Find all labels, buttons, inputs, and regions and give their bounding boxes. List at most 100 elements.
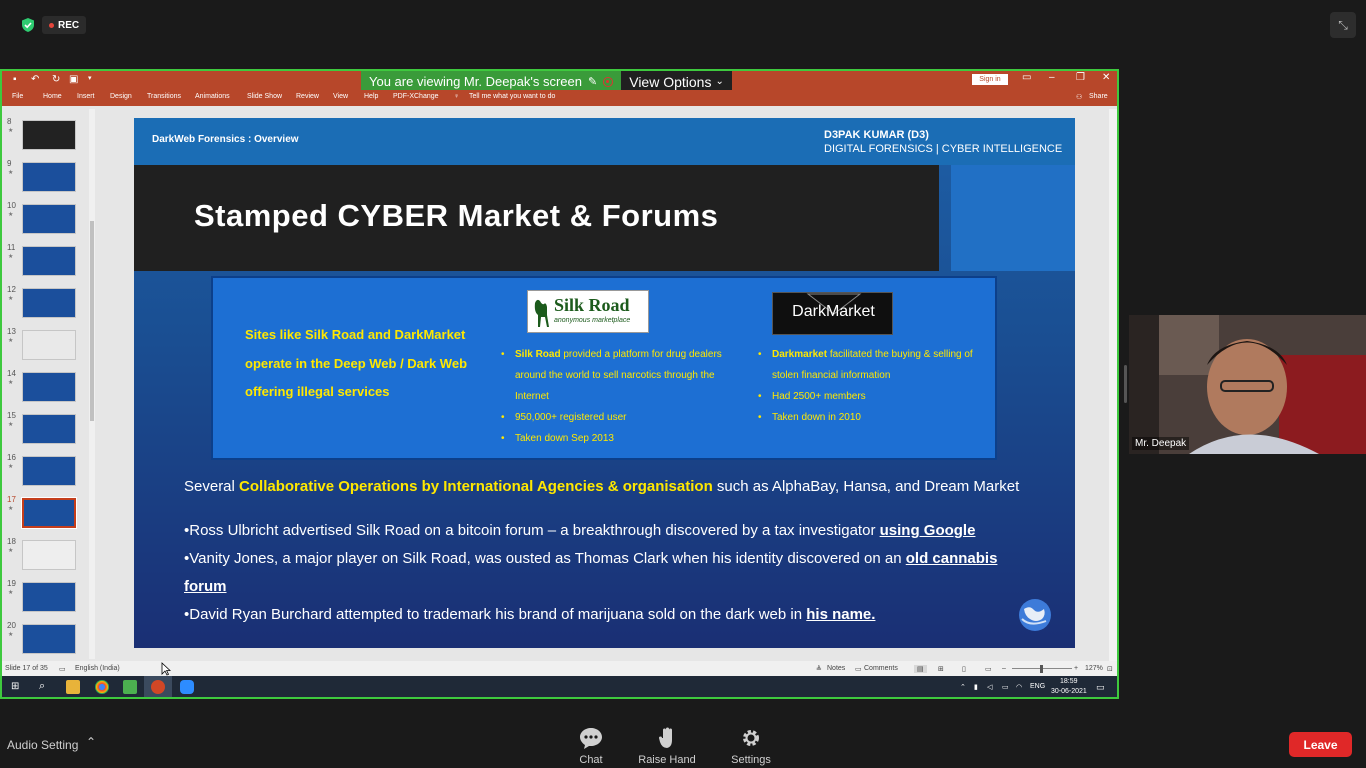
slide-thumbnail[interactable] [22,582,76,612]
clock-date[interactable]: 30-06-2021 [1051,688,1087,695]
fact2-link[interactable]: old cannabis [906,550,998,567]
slide-thumbnail[interactable] [22,330,76,360]
tab-file[interactable]: File [12,93,23,100]
network-icon[interactable]: ◠ [1016,683,1022,691]
thumbnail-scrollbar-handle[interactable] [90,221,94,421]
fact3-text: •David Ryan Burchard attempted to tradem… [184,606,807,623]
chevron-up-icon[interactable]: ⌃ [86,735,96,749]
gallery-scroll-handle[interactable] [1124,365,1127,403]
tab-help[interactable]: Help [364,93,378,100]
close-icon[interactable]: ✕ [1102,72,1110,83]
audio-setting-button[interactable]: Audio Setting [7,738,78,752]
leave-button[interactable]: Leave [1289,732,1352,757]
fit-slide-icon[interactable]: ⊡ [1107,665,1113,673]
slide-thumbnail[interactable] [22,540,76,570]
slide-thumbnail[interactable] [22,372,76,402]
notepad-icon[interactable] [123,680,137,694]
participant-video-frame [1129,315,1366,454]
powerpoint-icon[interactable] [151,680,165,694]
author-subtitle: DIGITAL FORENSICS | CYBER INTELLIGENCE [824,143,1063,155]
tab-design[interactable]: Design [110,93,132,100]
zoom-in-icon[interactable]: + [1074,665,1078,672]
thumbnail-number: 10 [7,201,16,210]
microphone-icon[interactable]: ▮ [974,683,978,691]
camel-icon [534,299,549,327]
sign-in-button[interactable]: Sign in [972,74,1008,85]
bullet-item: Had 2500+ members [758,386,998,407]
tab-review[interactable]: Review [296,93,319,100]
zoom-app-icon[interactable] [180,680,194,694]
comments-button[interactable]: Comments [864,665,898,672]
language-indicator[interactable]: ENG [1030,683,1045,690]
tab-slide-show[interactable]: Slide Show [247,93,282,100]
collab-highlight: Collaborative Operations by Internationa… [239,478,713,495]
recording-indicator[interactable]: REC [42,16,87,34]
participant-video[interactable] [1129,315,1366,454]
raise-hand-label: Raise Hand [638,754,696,766]
slide-thumbnail[interactable] [22,246,76,276]
spellcheck-icon[interactable]: ▭ [59,665,66,673]
present-icon[interactable]: ▣ [69,74,78,85]
language-status[interactable]: English (India) [75,665,120,672]
raise-hand-button[interactable]: Raise Hand [627,726,707,766]
slide-canvas[interactable]: DarkWeb Forensics : Overview D3PAK KUMAR… [134,118,1075,648]
tab-insert[interactable]: Insert [77,93,95,100]
bullet-strong: Darkmarket [772,349,828,360]
tab-pdf-xchange[interactable]: PDF-XChange [393,93,439,100]
notes-button[interactable]: Notes [827,665,845,672]
rec-label: REC [58,19,80,31]
customize-qat-icon[interactable]: ▾ [88,74,92,82]
tab-transitions[interactable]: Transitions [147,93,181,100]
view-options-button[interactable]: View Options ⌄ [621,71,732,92]
slide-thumbnail[interactable] [22,414,76,444]
slide-thumbnail[interactable] [21,497,77,529]
exit-fullscreen-icon[interactable]: ⤡ [1330,12,1356,38]
tab-home[interactable]: Home [43,93,62,100]
slide-thumbnail[interactable] [22,204,76,234]
slide-thumbnail[interactable] [22,456,76,486]
zoom-level[interactable]: 127% [1085,665,1103,672]
shield-icon[interactable] [20,17,36,33]
tab-animations[interactable]: Animations [195,93,230,100]
normal-view-icon[interactable]: ▤ [914,665,927,673]
save-icon[interactable]: ▪ [13,74,17,85]
slide-thumbnail[interactable] [22,624,76,654]
slide-thumbnail[interactable] [22,120,76,150]
fact1-link[interactable]: using Google [880,522,976,539]
share-button[interactable]: Share [1089,93,1108,100]
minimize-icon[interactable]: – [1049,72,1055,83]
ribbon-display-icon[interactable]: ▭ [1022,72,1031,83]
windows-start-icon[interactable]: ⊞ [11,681,19,692]
thumbnail-number: 20 [7,621,16,630]
view-options-label: View Options [629,73,712,90]
notifications-icon[interactable]: ▭ [1096,682,1105,693]
file-explorer-icon[interactable] [66,680,80,694]
chrome-icon[interactable] [95,680,109,694]
search-icon[interactable]: ⌕ [39,680,45,693]
slide-title: Stamped CYBER Market & Forums [194,198,719,233]
slideshow-icon[interactable]: ▭ [985,665,992,673]
redo-icon[interactable]: ↻ [52,74,60,85]
slide-thumbnail[interactable] [22,162,76,192]
slide-scrollbar[interactable] [1109,109,1117,661]
tab-view[interactable]: View [333,93,348,100]
globe-icon [1019,599,1051,631]
animation-star-icon: ★ [8,464,14,470]
tell-me-search[interactable]: Tell me what you want to do [469,93,555,100]
maximize-icon[interactable]: ❐ [1076,72,1085,83]
zoom-out-icon[interactable]: – [1002,665,1006,672]
fact3-link[interactable]: his name. [806,606,875,623]
settings-button[interactable]: Settings [711,726,791,766]
clock-time[interactable]: 18:59 [1060,678,1078,685]
undo-icon[interactable]: ↶ [31,74,39,85]
slide-sorter-icon[interactable]: ⊞ [938,665,944,673]
volume-icon[interactable]: ◁ [987,683,992,691]
animation-star-icon: ★ [8,380,14,386]
battery-icon[interactable]: ▭ [1002,683,1009,691]
chat-button[interactable]: Chat [551,726,631,766]
fact2-link-cont[interactable]: forum [184,578,227,595]
slide-thumbnail[interactable] [22,288,76,318]
tray-chevron-up-icon[interactable]: ⌃ [960,683,966,691]
zoom-slider-handle[interactable] [1040,665,1043,673]
reading-view-icon[interactable]: ▯ [962,665,966,673]
